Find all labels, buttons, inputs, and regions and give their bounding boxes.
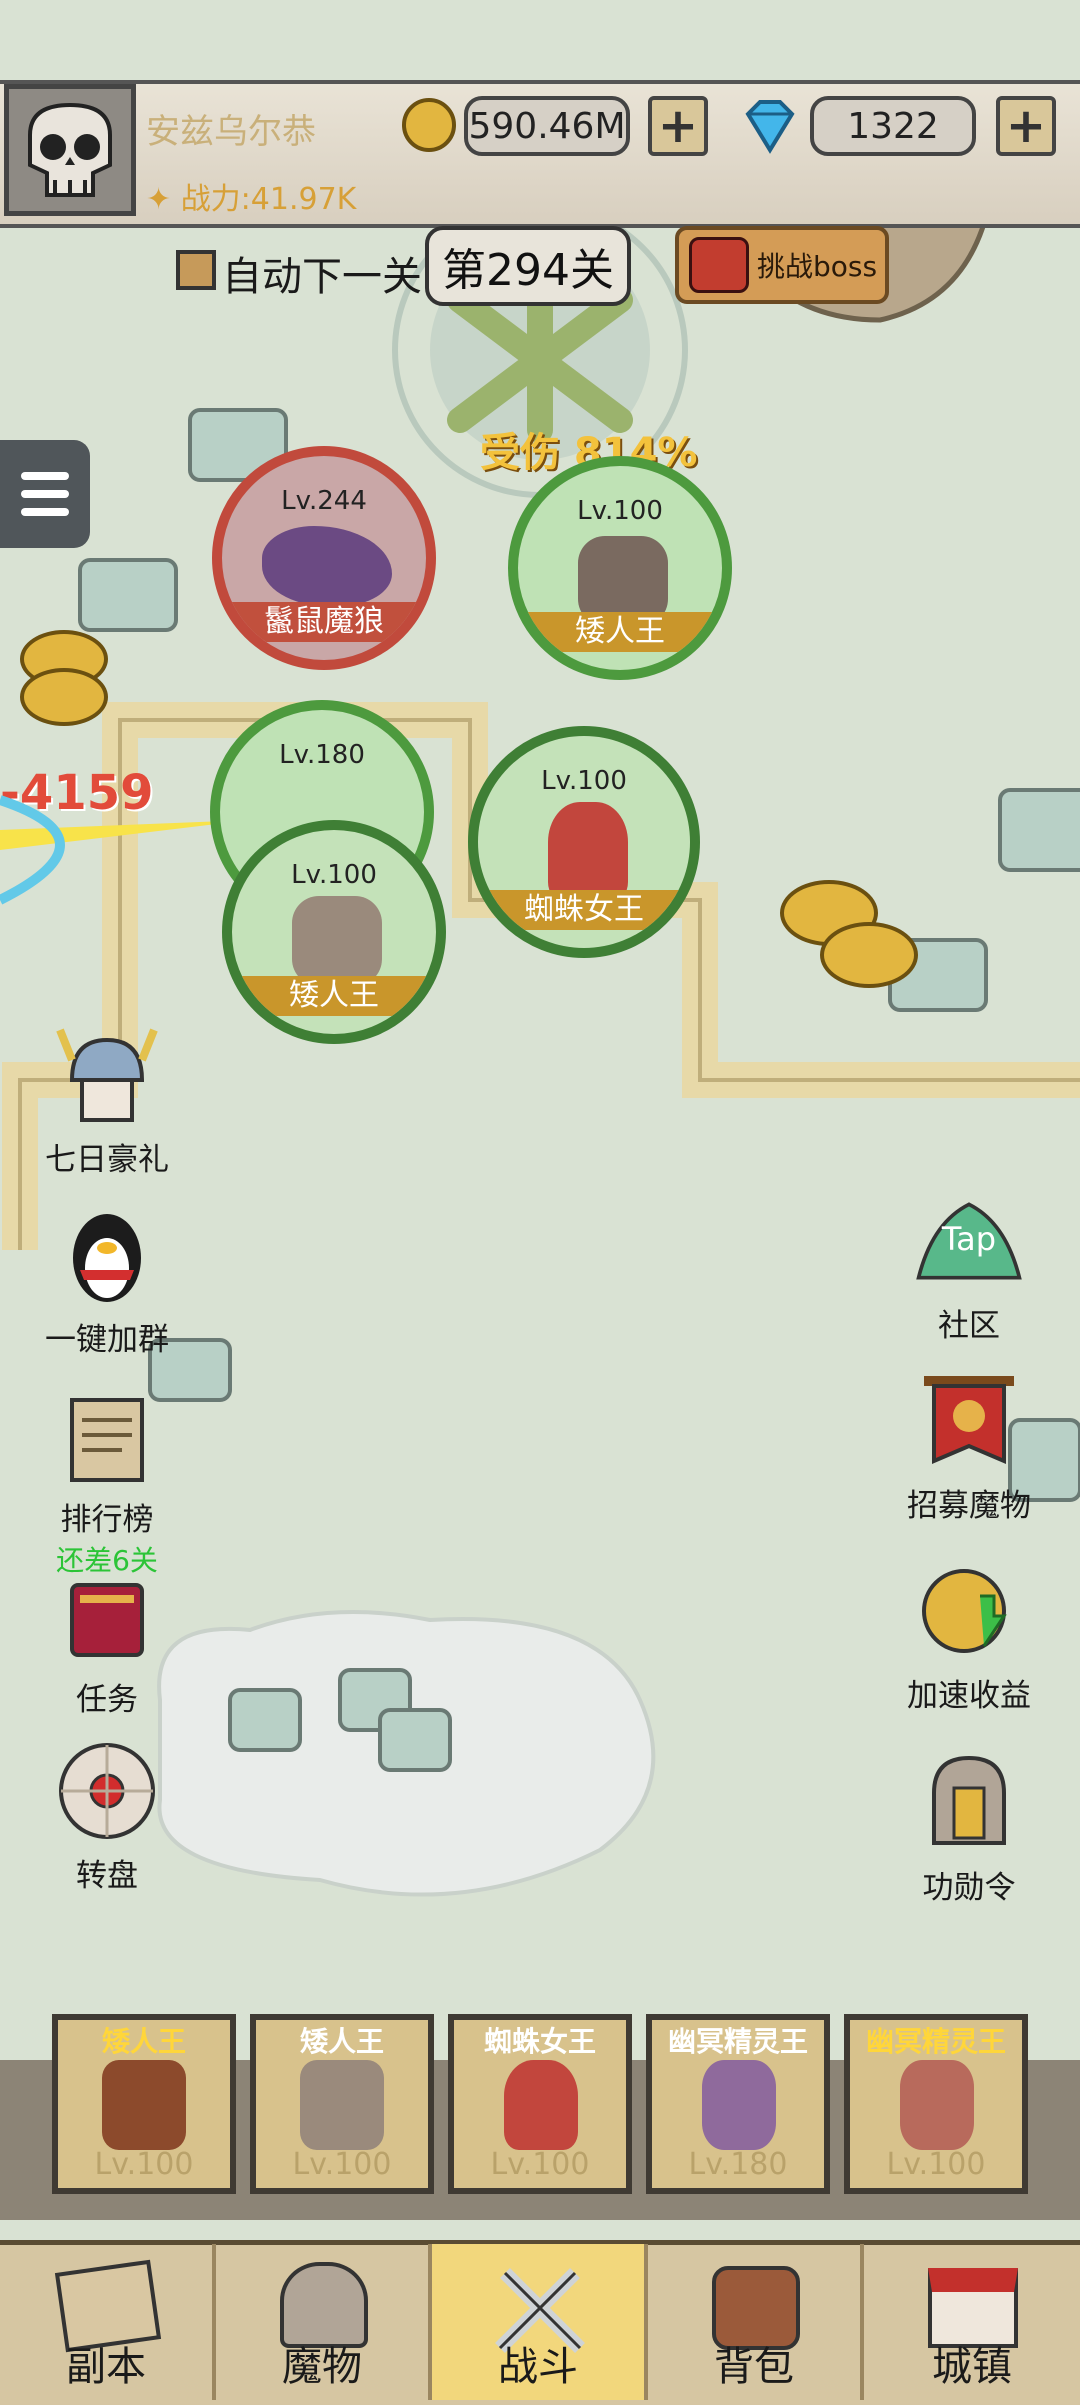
unit-level: Lv.100: [541, 766, 627, 796]
team-unit-name: 幽冥精灵王: [865, 2025, 1006, 2058]
wheel-icon: [52, 1736, 162, 1846]
combat-power-value: 战力:41.97K: [180, 182, 357, 217]
merit-order-label: 功勋令: [922, 1870, 1016, 1906]
elf-king-portrait: [702, 2060, 776, 2150]
gold-coin-icon: [402, 98, 456, 152]
team-unit-level: Lv.180: [688, 2147, 788, 2182]
current-level: 第294关: [425, 226, 631, 306]
team-unit-level: Lv.100: [490, 2147, 590, 2182]
seven-day-gift-label: 七日豪礼: [45, 1142, 169, 1178]
ally-unit[interactable]: Lv.100 矮人王: [222, 820, 446, 1044]
tab-label: 魔物: [282, 2344, 362, 2390]
gold-amount: 590.46M: [464, 96, 630, 156]
team-slot[interactable]: 幽冥精灵王 Lv.180: [646, 2014, 830, 2194]
skull-icon: [28, 102, 112, 197]
leaderboard-label: 排行榜: [60, 1502, 154, 1538]
helmet-icon: [914, 1748, 1024, 1858]
team-slot[interactable]: 蜘蛛女王 Lv.100: [448, 2014, 632, 2194]
unit-level: Lv.100: [577, 496, 663, 526]
tab-label: 副本: [66, 2344, 146, 2390]
player-avatar[interactable]: [4, 84, 136, 216]
tab-label: 背包: [714, 2344, 794, 2390]
speed-up-income-button[interactable]: 加速收益: [884, 1556, 1054, 1715]
recruit-monsters-button[interactable]: 招募魔物: [884, 1366, 1054, 1525]
team-unit-name: 矮人王: [101, 2025, 186, 2058]
enemy-unit[interactable]: Lv.244 鬣鼠魔狼: [212, 446, 436, 670]
demon-head-icon: [689, 237, 749, 293]
scroll-icon: [52, 1380, 162, 1490]
coin-arrow-icon: [914, 1556, 1024, 1666]
unit-name: 蜘蛛女王: [478, 890, 690, 930]
team-unit-level: Lv.100: [94, 2147, 194, 2182]
unit-name: 矮人王: [518, 612, 722, 652]
gem-icon: [738, 96, 802, 160]
challenge-boss-button[interactable]: 挑战boss: [675, 226, 889, 304]
gold-coin-pile: [20, 630, 108, 726]
book-icon: [52, 1560, 162, 1670]
team-slot[interactable]: 幽冥精灵王 Lv.100: [844, 2014, 1028, 2194]
penguin-icon: [52, 1200, 162, 1310]
team-unit-name: 蜘蛛女王: [483, 2025, 596, 2058]
menu-toggle-button[interactable]: [0, 440, 90, 548]
tab-monsters[interactable]: 魔物: [216, 2244, 432, 2400]
viking-helmet-icon: [52, 1020, 162, 1130]
recruit-monsters-label: 招募魔物: [907, 1488, 1031, 1524]
gold-coin-pile: [780, 880, 918, 988]
tap-icon-text: Tap: [941, 1220, 997, 1258]
team-unit-level: Lv.100: [292, 2147, 392, 2182]
tasks-button[interactable]: 任务: [22, 1560, 192, 1719]
auto-next-level-checkbox[interactable]: [176, 250, 216, 290]
unit-name: 鬣鼠魔狼: [222, 602, 426, 642]
merit-order-button[interactable]: 功勋令: [884, 1748, 1054, 1907]
team-unit-name: 幽冥精灵王: [667, 2025, 808, 2058]
elf-king-portrait: [900, 2060, 974, 2150]
team-slot[interactable]: 矮人王 Lv.100: [52, 2014, 236, 2194]
seven-day-gift-button[interactable]: 七日豪礼: [22, 1020, 192, 1179]
tab-label: 城镇: [932, 2344, 1012, 2390]
unit-level: Lv.180: [279, 740, 365, 770]
add-gems-button[interactable]: +: [996, 96, 1056, 156]
tab-battle[interactable]: 战斗: [432, 2244, 648, 2400]
team-slot[interactable]: 矮人王 Lv.100: [250, 2014, 434, 2194]
team-unit-name: 矮人王: [299, 2025, 384, 2058]
spider-queen-portrait: [504, 2060, 578, 2150]
tab-town[interactable]: 城镇: [864, 2244, 1080, 2400]
team-unit-level: Lv.100: [886, 2147, 986, 2182]
unit-level: Lv.100: [291, 860, 377, 890]
speed-up-income-label: 加速收益: [907, 1678, 1031, 1714]
join-group-button[interactable]: 一键加群: [22, 1200, 192, 1359]
community-label: 社区: [938, 1308, 1000, 1344]
ally-unit[interactable]: Lv.100 矮人王: [508, 456, 732, 680]
combat-power: ✦ 战力:41.97K: [146, 174, 356, 218]
challenge-boss-label: 挑战boss: [757, 250, 878, 283]
unit-level: Lv.244: [281, 486, 367, 516]
tab-label: 战斗: [498, 2344, 578, 2390]
dwarf-king-portrait: [300, 2060, 384, 2150]
power-icon: ✦: [146, 182, 172, 217]
tab-dungeon[interactable]: 副本: [0, 2244, 216, 2400]
tab-backpack[interactable]: 背包: [648, 2244, 864, 2400]
auto-next-level-label: 自动下一关: [222, 254, 422, 300]
dwarf-king-icon: [292, 896, 382, 986]
unit-name: 矮人王: [232, 976, 436, 1016]
wolf-icon: [262, 526, 392, 606]
add-gold-button[interactable]: +: [648, 96, 708, 156]
tasks-label: 任务: [76, 1682, 138, 1718]
ally-unit[interactable]: Lv.100 蜘蛛女王: [468, 726, 700, 958]
community-button[interactable]: Tap 社区: [884, 1186, 1054, 1345]
lucky-wheel-button[interactable]: 转盘: [22, 1736, 192, 1895]
banner-icon: [914, 1366, 1024, 1476]
leaderboard-button[interactable]: 排行榜 还差6关: [22, 1380, 192, 1579]
tap-mountain-icon: Tap: [914, 1186, 1024, 1296]
player-name: 安兹乌尔恭: [146, 112, 316, 152]
lucky-wheel-label: 转盘: [76, 1858, 138, 1894]
spider-queen-icon: [548, 802, 628, 902]
dwarf-king-portrait: [102, 2060, 186, 2150]
gem-amount: 1322: [810, 96, 976, 156]
join-group-label: 一键加群: [45, 1322, 169, 1358]
